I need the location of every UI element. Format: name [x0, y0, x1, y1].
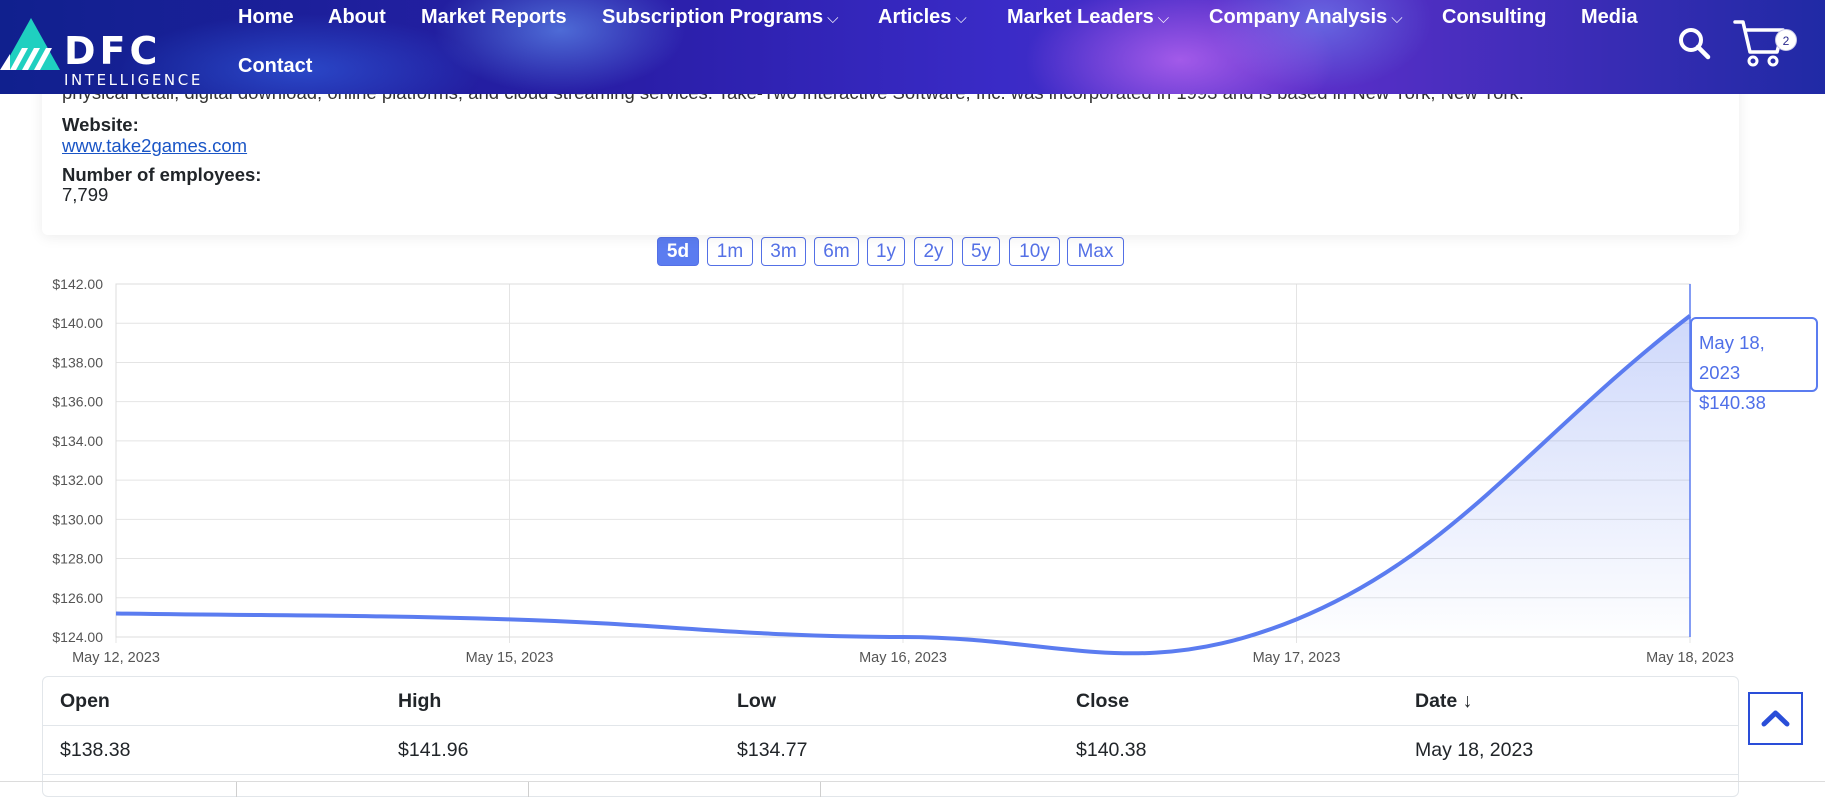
nav-media[interactable]: Media — [1581, 6, 1638, 29]
chart-y-tick-label: $138.00 — [52, 354, 103, 370]
logo-mark-icon — [0, 18, 60, 70]
range-button-5y[interactable]: 5y — [962, 237, 1000, 266]
nav-consulting-label: Consulting — [1442, 6, 1547, 28]
divider-tick — [820, 782, 821, 797]
site-header: DFC INTELLIGENCE Home About Market Repor… — [0, 0, 1825, 94]
chart-y-tick-label: $130.00 — [52, 511, 103, 527]
range-button-10y[interactable]: 10y — [1009, 237, 1060, 266]
nav-company-analysis[interactable]: Company Analysis ⌵ — [1209, 6, 1403, 29]
logo-text: DFC — [64, 29, 162, 73]
table-header-high[interactable]: High — [398, 690, 441, 713]
chevron-up-icon — [1761, 710, 1790, 727]
chart-y-tick-label: $132.00 — [52, 472, 103, 488]
tooltip-value: $140.38 — [1699, 392, 1766, 413]
chart-tooltip: May 18, 2023 $140.38 — [1690, 317, 1818, 413]
price-table — [42, 676, 1739, 797]
nav-contact[interactable]: Contact — [238, 55, 312, 78]
nav-media-label: Media — [1581, 6, 1638, 28]
cart-count-badge: 2 — [1775, 29, 1797, 51]
nav-articles[interactable]: Articles ⌵ — [878, 6, 967, 29]
chart-data-point[interactable] — [507, 616, 513, 622]
divider-tick — [528, 782, 529, 797]
employees-value: 7,799 — [62, 184, 109, 205]
chart-x-tick-label: May 12, 2023 — [72, 650, 160, 666]
dfc-logo[interactable]: DFC INTELLIGENCE — [0, 14, 215, 89]
table-cell-open: $138.38 — [60, 739, 131, 761]
website-link[interactable]: www.take2games.com — [62, 135, 247, 157]
chart-x-tick-label: May 18, 2023 — [1646, 650, 1734, 666]
range-button-5d[interactable]: 5d — [657, 237, 699, 266]
chart-data-point[interactable] — [113, 610, 119, 616]
chart-x-tick-label: May 17, 2023 — [1253, 650, 1341, 666]
range-button-2y[interactable]: 2y — [914, 237, 953, 266]
chevron-down-icon: ⌵ — [955, 10, 967, 27]
range-button-1y[interactable]: 1y — [867, 237, 905, 266]
nav-articles-label: Articles — [878, 6, 952, 28]
table-cell-low: $134.77 — [737, 739, 808, 761]
nav-subscription-programs-label: Subscription Programs — [602, 6, 824, 28]
range-button-3m[interactable]: 3m — [761, 237, 806, 266]
search-icon — [1679, 28, 1711, 60]
nav-market-reports[interactable]: Market Reports — [421, 6, 567, 29]
nav-market-leaders-label: Market Leaders — [1007, 6, 1154, 28]
nav-company-analysis-label: Company Analysis — [1209, 6, 1388, 28]
nav-market-leaders[interactable]: Market Leaders ⌵ — [1007, 6, 1169, 29]
chevron-down-icon: ⌵ — [827, 10, 839, 27]
nav-home[interactable]: Home — [238, 6, 294, 29]
divider-tick — [236, 782, 237, 797]
table-cell-high: $141.96 — [398, 739, 469, 761]
table-cell-close: $140.38 — [1076, 739, 1147, 761]
chevron-down-icon: ⌵ — [1157, 10, 1170, 27]
employees-label: Number of employees: — [62, 164, 262, 185]
chart-y-tick-label: $140.00 — [52, 315, 103, 331]
nav-consulting[interactable]: Consulting — [1442, 6, 1546, 29]
chart-y-tick-label: $128.00 — [52, 551, 103, 567]
chart-y-tick-label: $134.00 — [52, 433, 103, 449]
table-header-date[interactable]: Date ↓ — [1415, 690, 1472, 713]
main-nav: Home About Market Reports Subscription P… — [238, 0, 1658, 94]
range-button-6m[interactable]: 6m — [814, 237, 859, 266]
range-button-1m[interactable]: 1m — [707, 237, 753, 266]
chart-x-tick-label: May 16, 2023 — [859, 650, 947, 666]
table-cell-date: May 18, 2023 — [1415, 739, 1534, 761]
nav-home-label: Home — [238, 6, 294, 28]
table-header-close[interactable]: Close — [1076, 690, 1129, 713]
scroll-to-top-button[interactable] — [1748, 692, 1803, 745]
table-divider — [43, 725, 1738, 726]
nav-contact-label: Contact — [238, 55, 313, 77]
chart-data-point[interactable] — [900, 634, 906, 640]
nav-about-label: About — [328, 6, 386, 28]
table-header-open[interactable]: Open — [60, 690, 110, 713]
logo-subtext: INTELLIGENCE — [64, 71, 203, 89]
price-chart[interactable]: $124.00 $126.00 $128.00 $130.00 $132.00 $134.… — [0, 270, 1825, 670]
table-header-low[interactable]: Low — [737, 690, 776, 713]
search-button[interactable] — [1677, 26, 1711, 60]
chart-x-tick-label: May 15, 2023 — [466, 650, 554, 666]
nav-market-reports-label: Market Reports — [421, 6, 567, 28]
chart-y-tick-label: $124.00 — [52, 629, 103, 645]
chart-y-tick-label: $136.00 — [52, 394, 103, 410]
range-button-max[interactable]: Max — [1067, 237, 1124, 266]
tooltip-date: May 18, 2023 — [1699, 332, 1765, 383]
website-label: Website: — [62, 114, 139, 135]
chart-y-tick-label: $126.00 — [52, 590, 103, 606]
chart-data-point[interactable] — [1294, 616, 1300, 622]
table-divider — [43, 774, 1738, 775]
nav-about[interactable]: About — [328, 6, 386, 29]
chevron-down-icon: ⌵ — [1391, 10, 1403, 27]
chart-y-tick-label: $142.00 — [52, 276, 103, 292]
page-divider — [0, 781, 1825, 782]
nav-subscription-programs[interactable]: Subscription Programs ⌵ — [602, 6, 839, 29]
